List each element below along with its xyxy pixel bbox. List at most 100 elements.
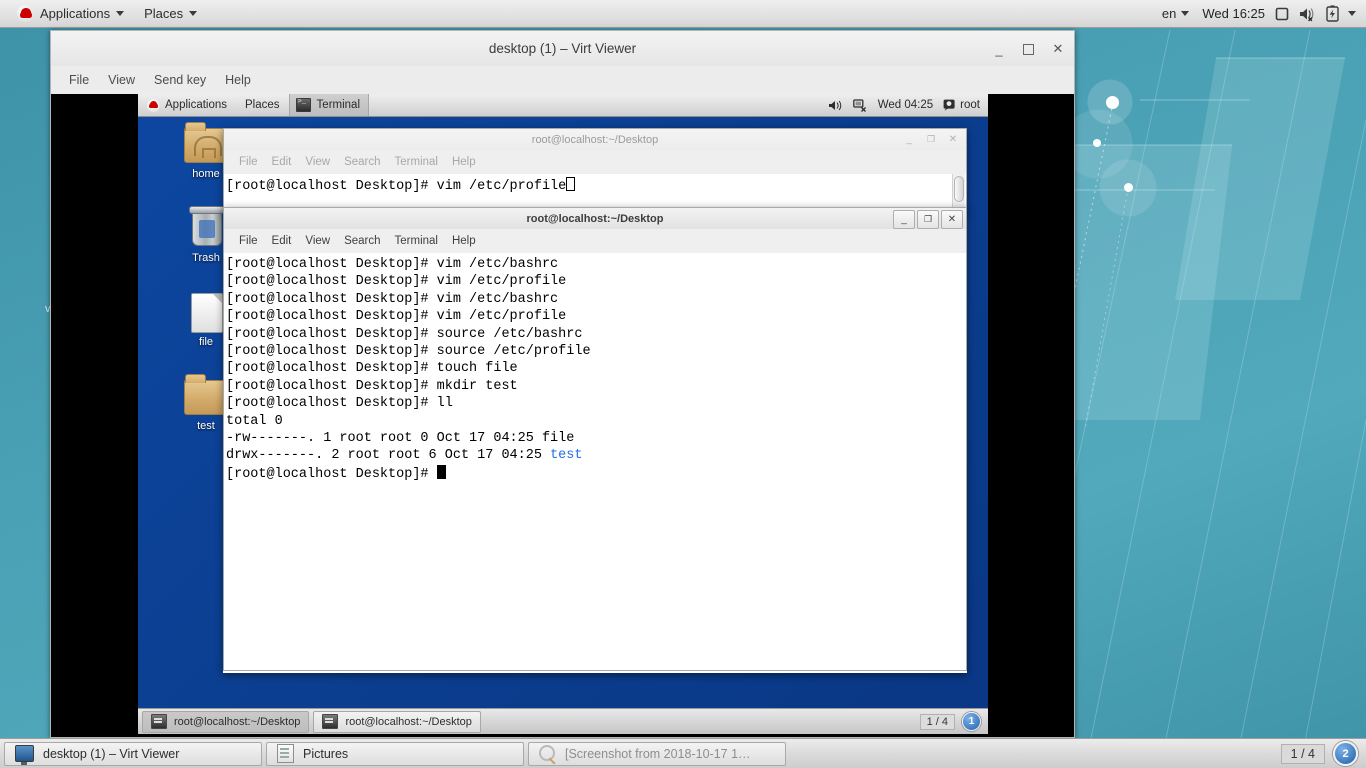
host-clock[interactable]: Wed 16:25 <box>1202 6 1265 21</box>
terminal-prompt: [root@localhost Desktop]# <box>226 466 437 482</box>
terminal-line: total 0 <box>226 413 283 429</box>
guest-top-panel: Applications Places Terminal <box>138 94 988 117</box>
volume-muted-icon[interactable] <box>1299 6 1317 22</box>
terminal-line: [root@localhost Desktop]# vim /etc/profi… <box>226 309 567 325</box>
battery-icon[interactable] <box>1326 5 1339 22</box>
terminal-line: [root@localhost Desktop]# source /etc/pr… <box>226 344 591 360</box>
guest-active-window-label: Terminal <box>316 99 361 111</box>
menu-search[interactable]: Search <box>337 233 387 249</box>
wallpaper-dot <box>1106 96 1119 109</box>
host-taskbar-right: 1 / 4 2 <box>1280 741 1366 766</box>
volume-icon[interactable] <box>828 99 843 112</box>
host-taskbar-item-screenshot[interactable]: [Screenshot from 2018-10-17 1… <box>528 741 786 766</box>
menu-edit[interactable]: Edit <box>265 154 299 170</box>
host-panel-left: Applications Places <box>0 2 206 25</box>
host-taskbar: desktop (1) – Virt Viewer Pictures [Scre… <box>0 738 1366 768</box>
menu-file[interactable]: File <box>232 233 265 249</box>
menu-send-key[interactable]: Send key <box>146 70 214 90</box>
guest-panel-right: Wed 04:25 root <box>828 98 988 112</box>
menu-edit[interactable]: Edit <box>265 233 299 249</box>
text-cursor <box>436 464 446 479</box>
display-icon[interactable] <box>1274 6 1290 22</box>
host-applications-menu[interactable]: Applications <box>8 2 133 25</box>
host-taskbar-item-virt-viewer[interactable]: desktop (1) – Virt Viewer <box>4 741 262 766</box>
terminal-background-title: root@localhost:~/Desktop <box>531 133 659 146</box>
terminal-active-titlebar[interactable]: root@localhost:~/Desktop _ ❐ ✕ <box>223 207 967 229</box>
terminal-background-window-controls: _ ❐ ✕ <box>899 131 963 148</box>
guest-taskbar-item-label: root@localhost:~/Desktop <box>345 715 472 728</box>
maximize-button[interactable]: ❐ <box>917 210 939 229</box>
maximize-button[interactable]: ❐ <box>921 131 941 148</box>
network-disconnected-icon[interactable] <box>852 98 868 112</box>
menu-help[interactable]: Help <box>445 233 483 249</box>
menu-help[interactable]: Help <box>217 70 259 90</box>
menu-help[interactable]: Help <box>445 154 483 170</box>
guest-applications-label: Applications <box>165 99 228 111</box>
host-workspace-switcher[interactable]: 2 <box>1333 741 1358 766</box>
guest-applications-menu[interactable]: Applications <box>138 94 236 116</box>
close-button[interactable]: ✕ <box>943 131 963 148</box>
keyboard-layout-label: en <box>1161 6 1177 21</box>
guest-clock[interactable]: Wed 04:25 <box>878 99 933 111</box>
chevron-down-icon <box>1181 11 1190 16</box>
virt-viewer-display: Applications Places Terminal <box>50 94 1075 738</box>
terminal-icon <box>295 98 311 112</box>
host-places-menu[interactable]: Places <box>135 3 206 24</box>
maximize-button[interactable] <box>1023 43 1034 55</box>
guest-taskbar-item-terminal-1[interactable]: root@localhost:~/Desktop <box>142 710 310 733</box>
text-cursor <box>566 177 576 191</box>
terminal-active-menubar: File Edit View Search Terminal Help <box>223 229 967 253</box>
file-manager-icon <box>277 744 294 763</box>
scrollbar-thumb[interactable] <box>954 176 964 202</box>
terminal-window-active[interactable]: root@localhost:~/Desktop _ ❐ ✕ File Edit… <box>223 207 967 673</box>
guest-taskbar-right: 1 / 4 1 <box>919 712 988 731</box>
guest-places-label: Places <box>245 99 280 111</box>
terminal-active-window-controls: _ ❐ ✕ <box>893 210 963 229</box>
terminal-background-menubar: File Edit View Search Terminal Help <box>223 150 967 174</box>
terminal-prompt-line: [root@localhost Desktop]# <box>226 464 966 483</box>
terminal-line: -rw-------. 1 root root 0 Oct 17 04:25 f… <box>226 431 575 447</box>
guest-places-menu[interactable]: Places <box>236 94 289 116</box>
guest-taskbar-item-terminal-2[interactable]: root@localhost:~/Desktop <box>313 710 481 733</box>
terminal-line-text: drwx-------. 2 root root 6 Oct 17 04:25 <box>226 448 551 464</box>
close-button[interactable]: ✕ <box>941 210 963 229</box>
host-top-panel: Applications Places en Wed 16:25 <box>0 0 1366 28</box>
host-workspace-counter: 1 / 4 <box>1280 743 1325 764</box>
redhat-logo-icon <box>147 98 160 112</box>
minimize-button[interactable]: _ <box>899 131 919 148</box>
keyboard-layout-button[interactable]: en <box>1158 4 1193 23</box>
guest-user-menu[interactable]: root <box>943 99 980 111</box>
monitor-icon <box>15 745 34 765</box>
host-applications-label: Applications <box>40 6 111 21</box>
chevron-down-icon <box>189 11 198 16</box>
guest-taskbar: root@localhost:~/Desktop root@localhost:… <box>138 708 988 734</box>
guest-active-window-button[interactable]: Terminal <box>288 94 370 116</box>
menu-file[interactable]: File <box>232 154 265 170</box>
chevron-down-icon[interactable] <box>1348 11 1356 16</box>
terminal-active-screen[interactable]: [root@localhost Desktop]# vim /etc/bashr… <box>223 253 967 671</box>
minimize-button[interactable]: _ <box>893 210 915 229</box>
chevron-down-icon <box>116 11 125 16</box>
menu-search[interactable]: Search <box>337 154 387 170</box>
close-button[interactable]: ✕ <box>1050 41 1066 57</box>
terminal-window-background[interactable]: root@localhost:~/Desktop _ ❐ ✕ File Edit… <box>223 128 967 214</box>
minimize-button[interactable]: _ <box>991 41 1007 57</box>
menu-view[interactable]: View <box>100 70 143 90</box>
terminal-line: [root@localhost Desktop]# source /etc/ba… <box>226 326 583 342</box>
host-taskbar-item-label: [Screenshot from 2018-10-17 1… <box>565 746 751 761</box>
terminal-line-directory: drwx-------. 2 root root 6 Oct 17 04:25 … <box>226 447 966 464</box>
menu-view[interactable]: View <box>298 154 337 170</box>
terminal-background-titlebar[interactable]: root@localhost:~/Desktop _ ❐ ✕ <box>223 128 967 150</box>
guest-user-label: root <box>960 99 980 111</box>
menu-file[interactable]: File <box>61 70 97 90</box>
host-taskbar-item-pictures[interactable]: Pictures <box>266 741 524 766</box>
menu-view[interactable]: View <box>298 233 337 249</box>
guest-workspace-switcher[interactable]: 1 <box>962 712 981 731</box>
terminal-line: [root@localhost Desktop]# vim /etc/bashr… <box>226 291 559 307</box>
menu-terminal[interactable]: Terminal <box>388 154 445 170</box>
menu-terminal[interactable]: Terminal <box>388 233 445 249</box>
terminal-line: [root@localhost Desktop]# vim /etc/profi… <box>226 177 966 195</box>
guest-panel-left: Applications Places Terminal <box>138 94 370 116</box>
image-viewer-icon <box>539 745 556 762</box>
virt-viewer-titlebar[interactable]: desktop (1) – Virt Viewer _ ✕ <box>50 30 1075 66</box>
